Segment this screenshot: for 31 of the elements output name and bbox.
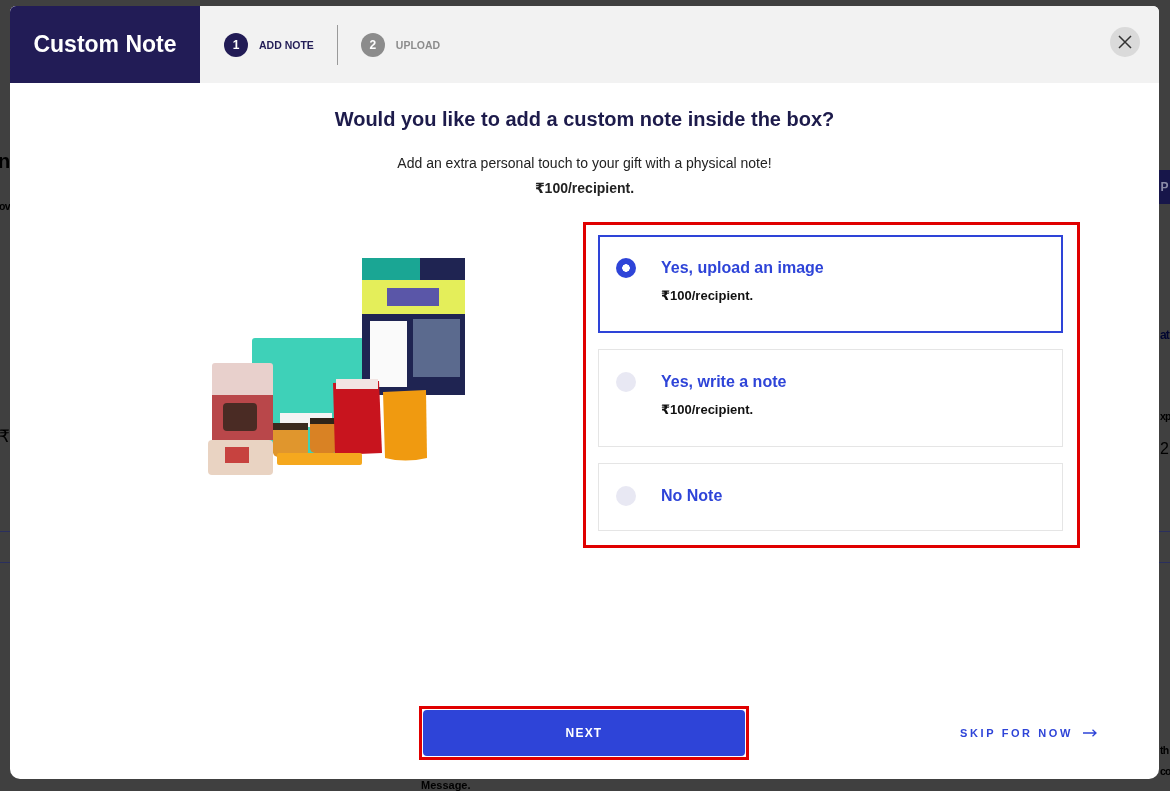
close-icon [1118, 34, 1132, 49]
nav-button[interactable]: P [1159, 170, 1170, 204]
note-option[interactable]: Yes, write a note ₹100/recipient. [598, 349, 1063, 447]
radio-button[interactable] [616, 258, 636, 278]
step-number: 1 [224, 32, 248, 57]
skip-link[interactable]: SKIP FOR NOW [960, 727, 1097, 739]
option-price: ₹100/recipient. [661, 288, 755, 304]
label-text: xp [1160, 410, 1170, 423]
close-button[interactable] [1110, 26, 1140, 57]
option-title: Yes, upload an image [661, 258, 824, 278]
option-price: ₹100/recipient. [661, 402, 755, 418]
message-label: Message. [421, 779, 471, 791]
body-text: co [1160, 765, 1170, 778]
edge-text: ₹ [0, 427, 10, 447]
option-title: No Note [661, 486, 723, 506]
edge-text: ov [0, 200, 11, 213]
arrow-right-icon [1083, 729, 1097, 737]
step-label: ADD NOTE [259, 38, 314, 51]
option-title: Yes, write a note [661, 372, 787, 392]
edge-text: n [0, 150, 11, 173]
body-text: th [1160, 744, 1169, 757]
next-button[interactable]: NEXT [423, 710, 745, 756]
step-label: UPLOAD [395, 38, 441, 51]
note-option[interactable]: Yes, upload an image ₹100/recipient. [598, 235, 1063, 333]
dialog-title: Custom Note [10, 6, 200, 83]
value-text: 2 [1160, 440, 1169, 459]
note-option[interactable]: No Note [598, 463, 1063, 531]
step-number: 2 [360, 32, 385, 57]
price-text: ₹100/recipient. [534, 179, 635, 198]
dialog-subtitle: Add an extra personal touch to your gift with a physical note! [397, 154, 772, 173]
dialog-heading: Would you like to add a custom note inside the box? [334, 107, 835, 131]
